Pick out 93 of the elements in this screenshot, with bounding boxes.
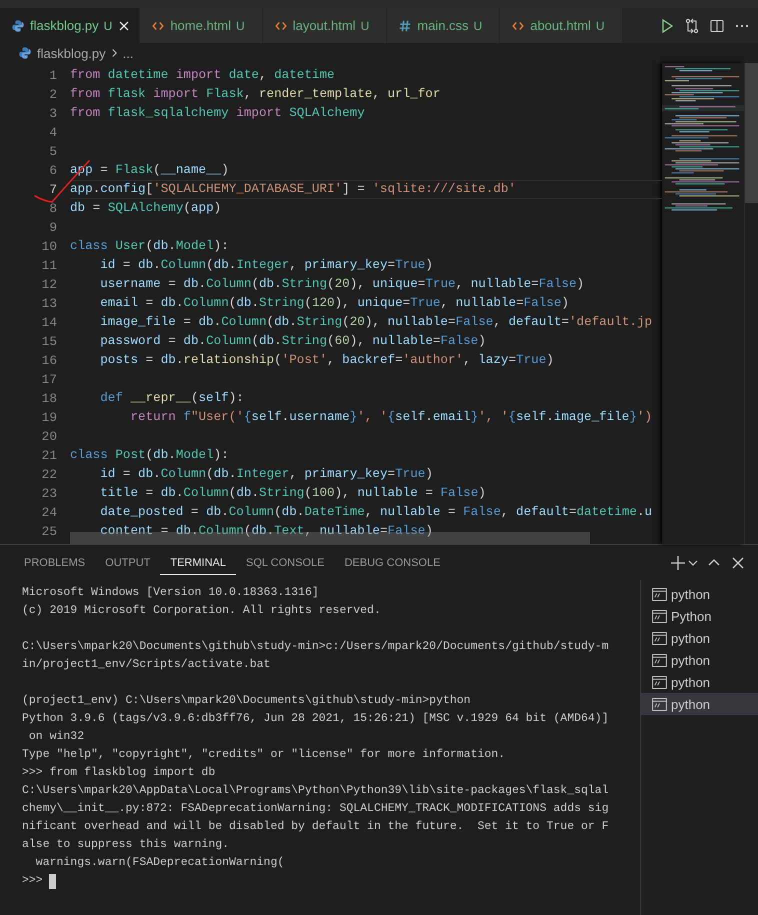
- code-line: class Post(db.Model):: [70, 448, 229, 462]
- terminal-line: Microsoft Windows [Version 10.0.18363.1316]: [22, 585, 320, 601]
- editor-tab[interactable]: about.html U: [500, 8, 623, 43]
- terminal-line: in/project1_env/Scripts/activate.bat: [22, 657, 272, 673]
- code-line: email = db.Column(db.String(120), unique=True, nullable=False): [99, 296, 569, 310]
- terminal-instance[interactable]: python: [641, 583, 758, 605]
- line-number: 23: [40, 485, 57, 503]
- terminal-line: nificant overhead and will be disabled by default in the future. Set it to True or F: [22, 819, 610, 835]
- terminal-line: Type "help", "copyright", "credits" or "license" for more information.: [22, 747, 506, 763]
- terminal-instance[interactable]: python: [641, 693, 758, 715]
- line-number: 14: [40, 314, 57, 332]
- line-number: 8: [48, 200, 57, 218]
- line-number: 1: [48, 67, 57, 85]
- line-number: 20: [40, 428, 57, 446]
- line-number: 13: [40, 295, 57, 313]
- code-line: from flask_sqlalchemy import SQLAlchemy: [70, 106, 365, 120]
- vertical-scrollbar[interactable]: [745, 63, 758, 203]
- compare-changes-icon[interactable]: [684, 18, 700, 34]
- code-line: db = SQLAlchemy(app): [70, 201, 222, 215]
- line-number: 22: [40, 466, 57, 484]
- python-file-icon: [11, 18, 25, 32]
- terminal-icon: [652, 698, 667, 710]
- terminal-line: alse to suppress this warning.: [22, 837, 230, 853]
- python-file-icon: [18, 46, 32, 60]
- code-line: date_posted = db.Column(db.DateTime, nullable = False, default=datetime.u: [99, 505, 652, 519]
- code-line: app.config['SQLALCHEMY_DATABASE_URI'] = 'sqlite:///site.db': [70, 182, 516, 196]
- line-number: 7: [48, 181, 57, 199]
- terminal-instance[interactable]: Python: [641, 605, 758, 627]
- terminal-line: C:\Users\mpark20\AppData\Local\Programs\Python\Python39\lib\site-packages\flask_sqlal: [22, 783, 610, 799]
- hash-icon: [398, 18, 412, 32]
- terminal-line: (c) 2019 Microsoft Corporation. All rights reserved.: [22, 603, 382, 619]
- code-line: password = db.Column(db.String(60), nullable=False): [99, 334, 486, 348]
- panel-tab[interactable]: PROBLEMS: [14, 550, 96, 574]
- line-number: 21: [40, 447, 57, 465]
- editor-tab[interactable]: flaskblog.py U: [0, 8, 140, 43]
- code-line: title = db.Column(db.String(100), nullable = False): [99, 486, 486, 500]
- terminal-line: warnings.warn(FSADeprecationWarning(: [34, 855, 286, 871]
- code-line: from datetime import date, datetime: [70, 68, 335, 82]
- code-line: from flask import Flask, render_template, url_for: [70, 87, 440, 101]
- line-number: 15: [40, 333, 57, 351]
- line-number: 5: [48, 143, 57, 161]
- line-number: 25: [40, 523, 57, 541]
- terminal-instance[interactable]: python: [641, 671, 758, 693]
- close-icon[interactable]: [730, 554, 746, 570]
- panel-tab[interactable]: DEBUG CONSOLE: [334, 550, 450, 574]
- editor-tab[interactable]: main.css U: [387, 8, 500, 43]
- line-number: 19: [40, 409, 57, 427]
- minimap-drawing[interactable]: [662, 63, 744, 544]
- terminal-line: on win32: [28, 729, 86, 745]
- terminal-icon: [652, 610, 667, 622]
- line-number: 24: [40, 504, 57, 522]
- code-line: username = db.Column(db.String(20), unique=True, nullable=False): [99, 277, 584, 291]
- line-number: 18: [40, 390, 57, 408]
- line-number: 17: [40, 371, 57, 389]
- terminal-line: Python 3.9.6 (tags/v3.9.6:db3ff76, Jun 28 2021, 15:26:21) [MSC v.1929 64 bit (AMD64)]: [22, 711, 610, 727]
- line-number: 6: [48, 162, 57, 180]
- code-line: posts = db.relationship('Post', backref='author', lazy=True): [99, 353, 554, 367]
- line-number: 16: [40, 352, 57, 370]
- panel-tab[interactable]: OUTPUT: [95, 550, 160, 574]
- line-number: 12: [40, 276, 57, 294]
- breadcrumb-item[interactable]: flaskblog.py: [37, 46, 106, 60]
- code-line: content = db.Column(db.Text, nullable=False): [99, 524, 433, 538]
- terminal-line: (project1_env) C:\Users\mpark20\Documents\github\study-min>python: [22, 693, 472, 709]
- code-line: image_file = db.Column(db.String(20), nullable=False, default='default.jp: [99, 315, 652, 329]
- panel-tab[interactable]: SQL CONSOLE: [236, 550, 334, 574]
- line-number: 3: [48, 105, 57, 123]
- terminal-line: C:\Users\mpark20\Documents\github\study-min>c:/Users/mpark20/Documents/github/study-m: [22, 639, 610, 655]
- code-line: class User(db.Model):: [70, 239, 229, 253]
- panel-tab[interactable]: TERMINAL: [160, 550, 236, 574]
- text-cursor: [48, 874, 56, 888]
- line-number: 9: [48, 219, 57, 237]
- terminal-instance[interactable]: python: [641, 649, 758, 671]
- code-line: id = db.Column(db.Integer, primary_key=True): [99, 467, 433, 481]
- terminal-icon: [652, 632, 667, 644]
- split-editor-icon[interactable]: [709, 18, 725, 34]
- terminal-prompt: >>>: [22, 873, 43, 889]
- editor-tab[interactable]: home.html U: [140, 8, 263, 43]
- line-number: 4: [48, 124, 57, 142]
- terminal-icon: [652, 588, 667, 600]
- line-number: 2: [48, 86, 57, 104]
- editor-tab[interactable]: layout.html U: [262, 8, 388, 43]
- terminal-icon: [652, 676, 667, 688]
- breadcrumb-item[interactable]: ...: [122, 46, 134, 60]
- terminal-line: >>> from flaskblog import db: [22, 765, 216, 781]
- code-line: def __repr__(self):: [99, 391, 244, 405]
- code-line: return f"User('{self.username}', '{self.email}', '{self.image_file}'): [129, 410, 652, 424]
- terminal-icon: [652, 654, 667, 666]
- terminal-instance[interactable]: python: [641, 627, 758, 649]
- line-number: 10: [40, 238, 57, 256]
- terminal-line: chemy\__init__.py:872: FSADeprecationWarning: SQLALCHEMY_TRACK_MODIFICATIONS adds sig: [22, 801, 610, 817]
- new-terminal-icon[interactable]: [670, 554, 686, 570]
- code-line: id = db.Column(db.Integer, primary_key=True): [99, 258, 433, 272]
- line-number: 11: [40, 257, 57, 275]
